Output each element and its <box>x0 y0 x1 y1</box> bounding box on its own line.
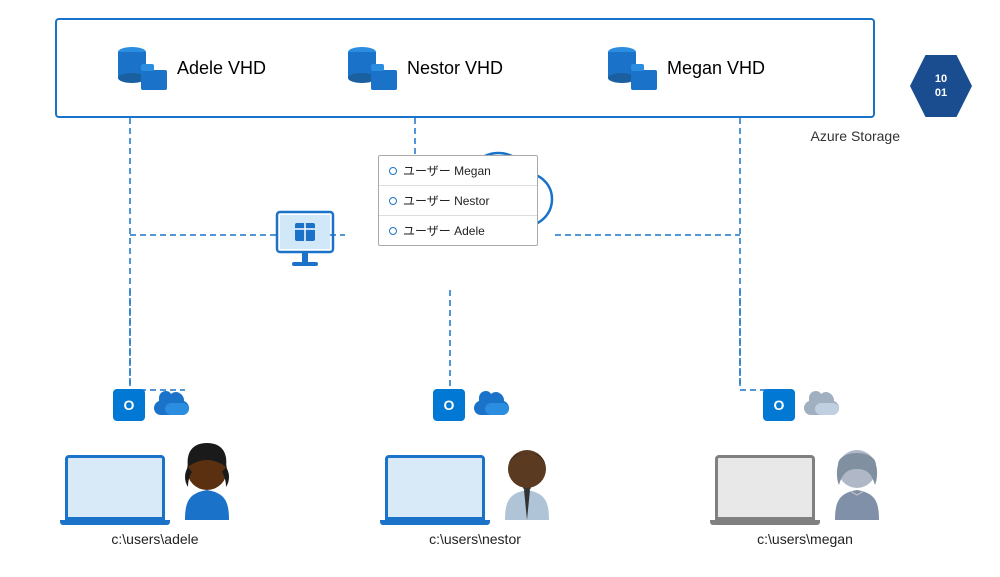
user-label-adele: ユーザー Adele <box>403 222 485 239</box>
adele-station: O <box>40 389 270 547</box>
user-panel: ユーザー Megan ユーザー Nestor ユーザー Adele <box>378 155 538 246</box>
blob-storage-icon: 10 01 <box>910 55 972 117</box>
user-row-nestor: ユーザー Nestor <box>379 186 537 216</box>
megan-outlook-icon: O <box>763 389 795 421</box>
megan-vhd-icon <box>607 44 659 92</box>
nestor-onedrive-icon <box>473 389 517 419</box>
adele-app-icons: O <box>113 389 197 421</box>
adele-path: c:\users\adele <box>111 531 198 547</box>
user-label-megan: ユーザー Megan <box>403 162 491 179</box>
user-row-adele: ユーザー Adele <box>379 216 537 245</box>
nestor-path: c:\users\nestor <box>429 531 521 547</box>
megan-vhd: Megan VHD <box>607 44 765 92</box>
user-row-megan: ユーザー Megan <box>379 156 537 186</box>
megan-app-icons: O <box>763 389 847 421</box>
user-dot-nestor <box>389 197 397 205</box>
megan-vhd-label: Megan VHD <box>667 58 765 79</box>
storage-box: Adele VHD Nestor VHD Megan VHD <box>55 18 875 118</box>
nestor-vhd: Nestor VHD <box>347 44 503 92</box>
azure-storage-label: Azure Storage <box>811 128 901 144</box>
nestor-vhd-icon <box>347 44 399 92</box>
nestor-outlook-icon: O <box>433 389 465 421</box>
nestor-laptop-person <box>385 425 565 525</box>
adele-outlook-icon: O <box>113 389 145 421</box>
user-label-nestor: ユーザー Nestor <box>403 192 489 209</box>
adele-vhd-label: Adele VHD <box>177 58 266 79</box>
megan-avatar <box>820 425 895 525</box>
hex-line1: 10 <box>935 72 947 86</box>
nestor-station: O c:\users\nest <box>360 389 590 547</box>
adele-vhd-icon <box>117 44 169 92</box>
diagram: Adele VHD Nestor VHD Megan VHD <box>0 0 1000 577</box>
adele-vhd: Adele VHD <box>117 44 266 92</box>
nestor-app-icons: O <box>433 389 517 421</box>
user-dot-megan <box>389 167 397 175</box>
adele-laptop-person <box>65 425 245 525</box>
megan-laptop <box>715 455 820 525</box>
nestor-vhd-label: Nestor VHD <box>407 58 503 79</box>
user-dot-adele <box>389 227 397 235</box>
megan-path: c:\users\megan <box>757 531 853 547</box>
adele-avatar <box>170 425 245 525</box>
megan-station: O c:\users\megan <box>690 389 920 547</box>
megan-onedrive-icon <box>803 389 847 419</box>
adele-onedrive-icon <box>153 389 197 419</box>
adele-laptop <box>65 455 170 525</box>
computer-icon <box>272 210 342 280</box>
nestor-laptop <box>385 455 490 525</box>
nestor-avatar <box>490 425 565 525</box>
megan-laptop-person <box>715 425 895 525</box>
hex-line2: 01 <box>935 86 947 100</box>
